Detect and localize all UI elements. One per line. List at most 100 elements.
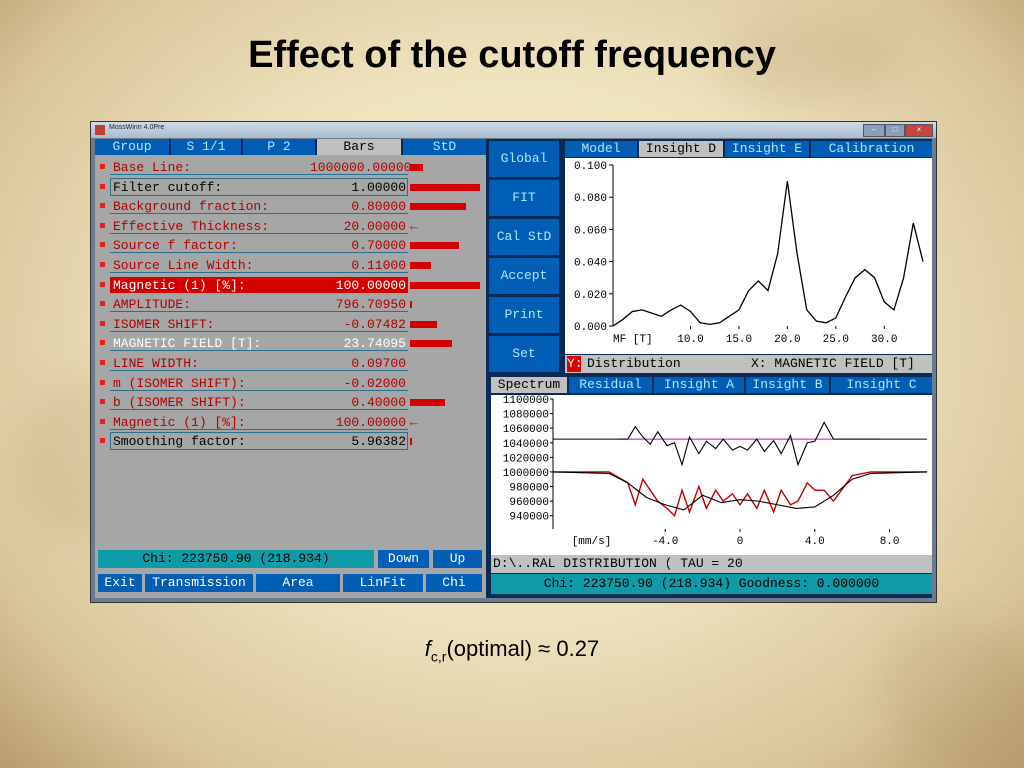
tab-insight-c[interactable]: Insight C — [831, 377, 932, 393]
maximize-icon[interactable]: □ — [885, 124, 905, 137]
tab-residual[interactable]: Residual — [569, 377, 654, 393]
bullet-icon — [100, 203, 105, 209]
accept-button[interactable]: Accept — [489, 258, 559, 294]
fit-button[interactable]: FIT — [489, 180, 559, 216]
parameter-name: m (ISOMER SHIFT): — [113, 375, 246, 391]
tab-insight-d[interactable]: Insight D — [639, 141, 725, 157]
area-button[interactable]: Area — [256, 574, 340, 592]
parameter-name: MAGNETIC FIELD [T]: — [113, 336, 262, 352]
app-title: MossWinn 4.0Pre — [109, 124, 165, 131]
transmission-button[interactable]: Transmission — [145, 574, 253, 592]
parameter-value[interactable]: 0.09700 — [310, 356, 406, 371]
parameter-value[interactable]: 1000000.00000 — [310, 160, 411, 175]
parameter-level-bar — [410, 399, 445, 407]
parameter-value[interactable]: 5.96382 — [310, 434, 406, 449]
mosswinn-window: MossWinn 4.0Pre – □ × Group S 1/1 P 2 Ba… — [90, 121, 937, 603]
bullet-icon — [100, 438, 105, 444]
x-tick-label: 10.0 — [677, 334, 703, 346]
close-icon[interactable]: × — [905, 124, 933, 137]
y-tick-label: 980000 — [509, 483, 549, 495]
parameter-value[interactable]: 0.11000 — [310, 258, 406, 273]
tab-calibration[interactable]: Calibration — [811, 141, 932, 157]
parameter-row[interactable]: Smoothing factor: 5.96382 — [95, 432, 486, 452]
parameter-row[interactable]: m (ISOMER SHIFT): -0.02000 — [95, 374, 486, 394]
chi-button[interactable]: Chi — [426, 574, 482, 592]
spectrum-chart-svg: 1100000 1080000 1060000 1040000 1020000 10000… — [503, 395, 928, 548]
parameter-level-bar — [410, 242, 459, 250]
parameter-value[interactable]: 100.00000 — [310, 278, 406, 293]
parameter-row[interactable]: Source Line Width: 0.11000 — [95, 256, 486, 276]
parameter-value[interactable]: 23.74095 — [310, 336, 406, 351]
x-tick-label: 4.0 — [805, 536, 825, 548]
row-underline — [110, 174, 408, 175]
down-button[interactable]: Down — [378, 550, 429, 568]
parameter-value[interactable]: 0.70000 — [310, 238, 406, 253]
parameter-value[interactable]: 1.00000 — [310, 180, 406, 195]
y-tick-label: 0.040 — [574, 258, 607, 270]
row-underline — [110, 311, 408, 313]
print-button[interactable]: Print — [489, 297, 559, 333]
cal-std-button[interactable]: Cal StD — [489, 219, 559, 255]
parameter-row[interactable]: AMPLITUDE: 796.70950 — [95, 295, 486, 315]
parameter-row[interactable]: Filter cutoff: 1.00000 — [95, 177, 486, 198]
y-tick-label: 960000 — [509, 497, 549, 509]
parameter-row[interactable]: LINE WIDTH: 0.09700 — [95, 354, 486, 374]
tab-model[interactable]: Model — [565, 141, 639, 157]
y-tick-label: 0.080 — [574, 193, 607, 205]
parameter-value[interactable]: 0.80000 — [310, 199, 406, 214]
parameter-row[interactable]: b (ISOMER SHIFT): 0.40000 — [95, 393, 486, 413]
y-tick-label: 0.020 — [574, 290, 607, 302]
parameter-row[interactable]: Effective Thickness: 20.00000 ← — [95, 217, 486, 237]
y-axis-label: Distribution — [587, 356, 681, 371]
parameter-row[interactable]: ISOMER SHIFT: -0.07482 — [95, 315, 486, 335]
exit-button[interactable]: Exit — [98, 574, 142, 592]
parameter-row[interactable]: Base Line: 1000000.00000 — [95, 158, 486, 178]
linfit-button[interactable]: LinFit — [343, 574, 423, 592]
x-axis-label: MF [T] — [613, 334, 653, 346]
parameter-level-bar — [410, 438, 412, 446]
parameter-name: Smoothing factor: — [113, 434, 246, 450]
up-button[interactable]: Up — [433, 550, 482, 568]
parameter-value[interactable]: 0.40000 — [310, 395, 406, 410]
x-tick-label: 0 — [737, 536, 744, 548]
parameter-value[interactable]: 20.00000 — [310, 219, 406, 234]
global-button[interactable]: Global — [489, 141, 559, 177]
tab-spectrum[interactable]: Spectrum — [491, 377, 569, 393]
tab-p-2[interactable]: P 2 — [243, 139, 317, 155]
parameter-row[interactable]: MAGNETIC FIELD [T]: 23.74095 — [95, 334, 486, 354]
parameter-level-bar — [410, 281, 480, 289]
spectrum-series-line — [553, 421, 927, 467]
row-underline — [110, 428, 408, 430]
bullet-icon — [100, 281, 105, 287]
set-button[interactable]: Set — [489, 336, 559, 372]
parameter-row[interactable]: Source f factor: 0.70000 — [95, 236, 486, 256]
tab-std[interactable]: StD — [403, 139, 486, 155]
x-tick-label: 8.0 — [880, 536, 900, 548]
parameter-value[interactable]: -0.07482 — [310, 317, 406, 332]
x-tick-label: 15.0 — [726, 334, 752, 346]
distribution-chart-svg: 0.000 0.020 0.040 0.060 0.080 0.100 10.0 15.0 20… — [574, 161, 924, 346]
y-tick-label: 0.100 — [574, 161, 607, 173]
parameter-value[interactable]: 100.00000 — [310, 415, 406, 430]
row-underline — [110, 271, 408, 273]
tab-group[interactable]: Group — [95, 139, 171, 155]
row-underline — [110, 350, 408, 352]
tab-insight-e[interactable]: Insight E — [725, 141, 811, 157]
row-underline — [110, 369, 408, 371]
bullet-icon — [100, 340, 105, 346]
parameter-value[interactable]: 796.70950 — [310, 297, 406, 312]
parameter-row[interactable]: Magnetic (1) [%]: 100.00000 ← — [95, 413, 486, 433]
tab-insight-a[interactable]: Insight A — [654, 377, 746, 393]
parameter-row[interactable]: Magnetic (1) [%]: 100.00000 — [95, 276, 486, 296]
row-underline — [110, 232, 408, 234]
minimize-icon[interactable]: – — [863, 124, 885, 137]
insight-panel: Model Insight D Insight E Calibration 0.… — [565, 139, 932, 373]
parameter-row[interactable]: Background fraction: 0.80000 — [95, 197, 486, 217]
slide-title: Effect of the cutoff frequency — [248, 34, 776, 76]
tab-insight-b[interactable]: Insight B — [746, 377, 831, 393]
tab-s-1-1[interactable]: S 1/1 — [171, 139, 243, 155]
parameter-value[interactable]: -0.02000 — [310, 376, 406, 391]
tab-bars[interactable]: Bars — [317, 139, 403, 155]
title-bar: MossWinn 4.0Pre – □ × — [91, 122, 936, 138]
left-tab-bar: Group S 1/1 P 2 Bars StD — [95, 139, 486, 155]
